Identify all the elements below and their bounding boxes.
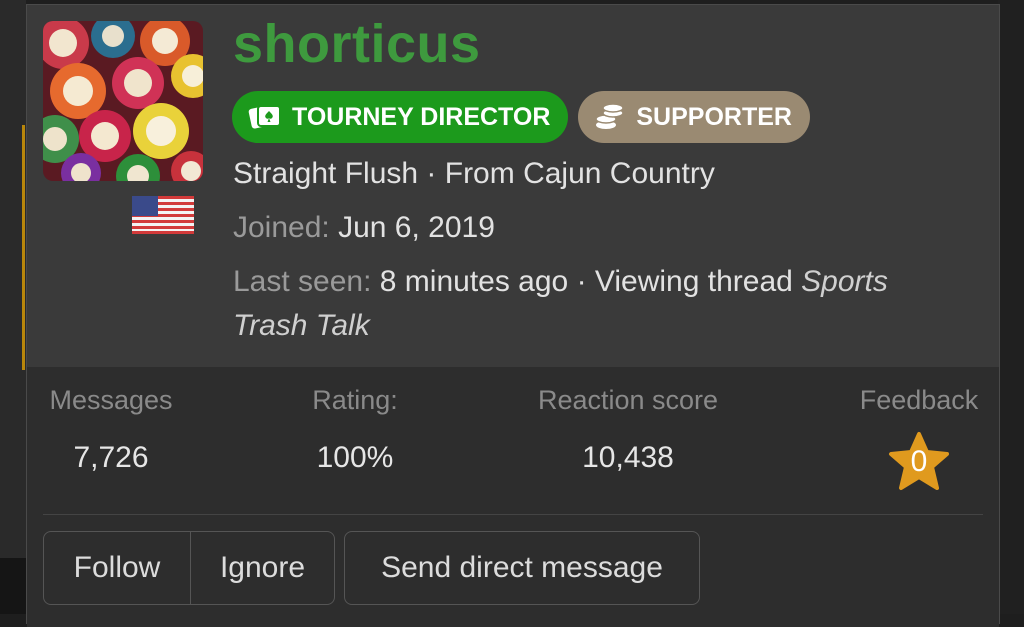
user-badges: TOURNEY DIRECTOR SUPPORTER [232, 91, 810, 143]
stat-rating: Rating: 100% [299, 385, 411, 475]
us-flag-icon [132, 196, 194, 234]
stat-value: 7,726 [73, 441, 149, 474]
last-seen-row-continued: Trash Talk [233, 309, 370, 343]
chip-stack-icon [594, 102, 626, 132]
last-seen-value: 8 minutes ago · Viewing thread [379, 265, 802, 298]
stat-messages[interactable]: Messages 7,726 [43, 385, 179, 475]
last-seen-label: Last seen: [233, 265, 372, 298]
stat-label: Feedback [859, 385, 979, 415]
stat-feedback[interactable]: Feedback 0 [853, 385, 985, 494]
background-panel-left [0, 0, 26, 614]
last-seen-row: Last seen: 8 minutes ago · Viewing threa… [233, 265, 888, 299]
follow-button[interactable]: Follow [43, 531, 191, 605]
ignore-button[interactable]: Ignore [190, 531, 335, 605]
member-header: shorticus TOURNEY DIRECTOR SUPPORTER Str… [27, 5, 999, 367]
username[interactable]: shorticus [233, 13, 481, 75]
divider [43, 514, 983, 515]
badge-label: TOURNEY DIRECTOR [292, 102, 551, 131]
stat-label: Messages [49, 385, 173, 415]
stat-label: Reaction score [537, 385, 719, 415]
thread-link[interactable]: Trash Talk [233, 309, 370, 342]
joined-value: Jun 6, 2019 [338, 211, 495, 244]
member-stats: Messages 7,726 Rating: 100% Reaction sco… [27, 367, 999, 627]
thread-link[interactable]: Sports [801, 265, 888, 298]
poker-chips-avatar[interactable] [43, 21, 203, 181]
feedback-count: 0 [910, 445, 928, 478]
user-title: Straight Flush · From Cajun Country [233, 157, 715, 190]
accent-bar [22, 125, 25, 370]
joined-row: Joined: Jun 6, 2019 [233, 211, 495, 245]
stat-value: 100% [316, 441, 394, 474]
stat-reaction-score[interactable]: Reaction score 10,438 [527, 385, 729, 475]
badge-label: SUPPORTER [636, 102, 792, 131]
tourney-director-badge: TOURNEY DIRECTOR [232, 91, 569, 143]
stat-value: 10,438 [582, 441, 674, 474]
supporter-badge: SUPPORTER [578, 91, 810, 143]
star-icon: 0 [887, 430, 951, 494]
joined-label: Joined: [233, 211, 330, 244]
background-panel-right [998, 0, 1024, 614]
cards-icon [248, 103, 282, 131]
send-direct-message-button[interactable]: Send direct message [344, 531, 700, 605]
stat-label: Rating: [312, 385, 398, 415]
member-tooltip-card: shorticus TOURNEY DIRECTOR SUPPORTER Str… [26, 4, 1000, 627]
